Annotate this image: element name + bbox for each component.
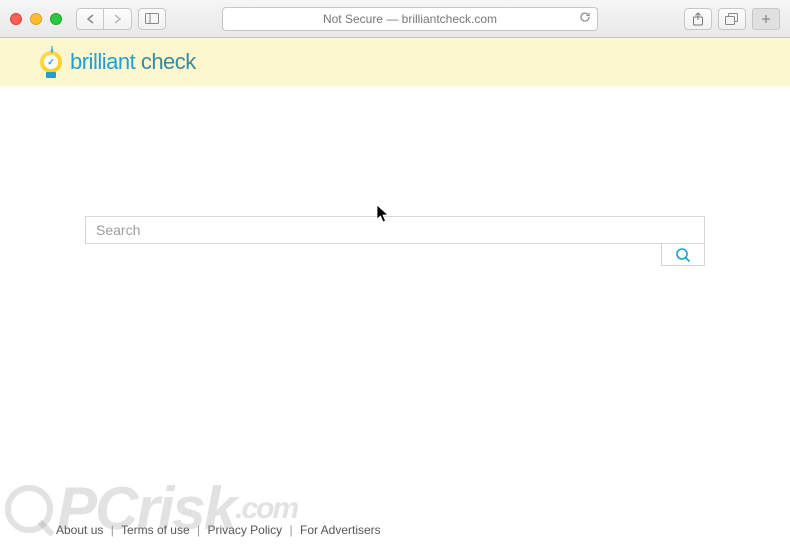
zoom-window-button[interactable] — [50, 13, 62, 25]
footer-advertisers-link[interactable]: For Advertisers — [300, 523, 381, 537]
window-controls — [10, 13, 62, 25]
back-button[interactable] — [76, 8, 104, 30]
brand-header: / | \ ✓ brilliant check — [0, 38, 790, 86]
footer-privacy-link[interactable]: Privacy Policy — [207, 523, 282, 537]
separator: | — [290, 523, 293, 537]
nav-buttons — [76, 8, 132, 30]
brand-word-2: check — [141, 49, 196, 74]
close-window-button[interactable] — [10, 13, 22, 25]
reload-icon[interactable] — [579, 11, 591, 26]
separator: | — [111, 523, 114, 537]
browser-toolbar: Not Secure — brilliantcheck.com — [0, 0, 790, 38]
page-content: / | \ ✓ brilliant check About us | Terms… — [0, 38, 790, 553]
new-tab-button[interactable] — [752, 8, 780, 30]
tabs-button[interactable] — [718, 8, 746, 30]
search-container — [85, 216, 705, 244]
minimize-window-button[interactable] — [30, 13, 42, 25]
footer-terms-link[interactable]: Terms of use — [121, 523, 190, 537]
watermark-suffix: .com — [235, 492, 297, 526]
toolbar-right — [684, 8, 780, 30]
watermark-magnifier-icon — [5, 485, 53, 533]
sidebar-button[interactable] — [138, 8, 166, 30]
footer-links: About us | Terms of use | Privacy Policy… — [56, 523, 381, 537]
forward-button[interactable] — [104, 8, 132, 30]
search-button[interactable] — [661, 244, 705, 266]
search-icon — [675, 247, 691, 263]
address-text: Not Secure — brilliantcheck.com — [323, 12, 497, 26]
brand-name: brilliant check — [70, 49, 196, 75]
share-button[interactable] — [684, 8, 712, 30]
brand-word-1: brilliant — [70, 49, 141, 74]
address-bar[interactable]: Not Secure — brilliantcheck.com — [222, 7, 598, 31]
brand-logo-icon: / | \ ✓ — [40, 51, 62, 73]
separator: | — [197, 523, 200, 537]
footer-about-link[interactable]: About us — [56, 523, 103, 537]
search-input[interactable] — [85, 216, 705, 244]
